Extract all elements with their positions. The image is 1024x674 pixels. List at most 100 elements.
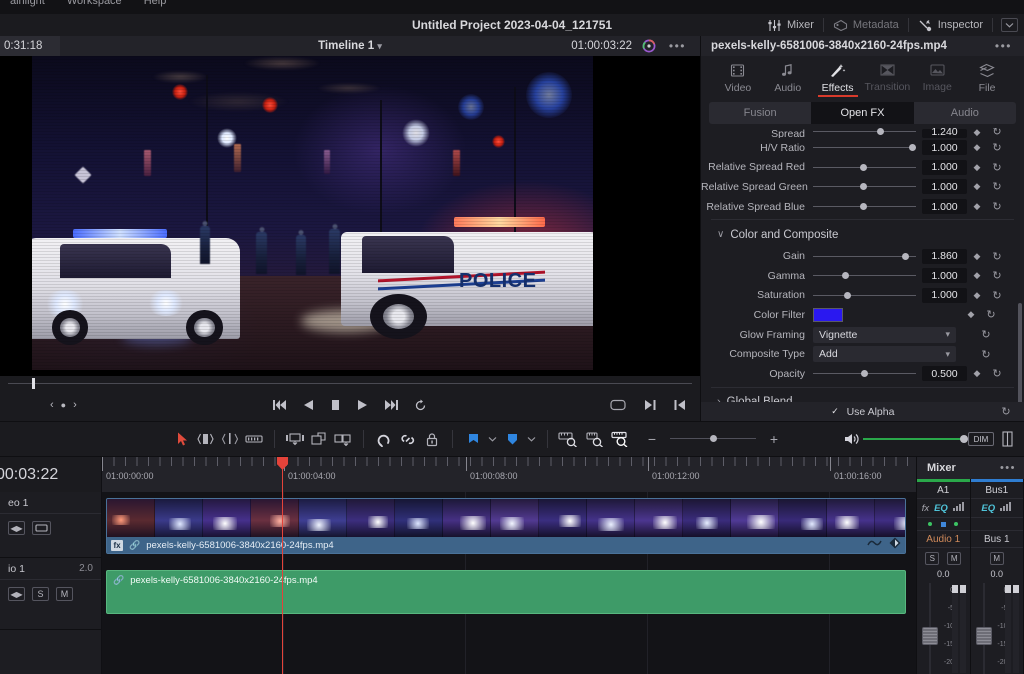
fader-knob[interactable] [922, 627, 938, 646]
next-edit-icon[interactable] [644, 399, 656, 411]
param-value-opacity[interactable]: 0.500 [922, 366, 967, 382]
tab-file[interactable]: File [962, 56, 1012, 100]
marker-dropdown-chevron-icon[interactable] [524, 427, 539, 451]
inspector-toggle-button[interactable]: Inspector [909, 14, 992, 36]
composite-type-dropdown[interactable]: Add ▾ [813, 346, 956, 363]
keyframe-button[interactable]: ◆ [967, 251, 987, 262]
tab-video[interactable]: Video [713, 56, 763, 100]
zoom-custom-icon[interactable] [608, 427, 634, 451]
keyframe-diamond-icon[interactable] [889, 537, 901, 552]
param-slider-gain[interactable] [813, 247, 916, 266]
param-value-relative-spread-blue[interactable]: 1.000 [922, 199, 967, 215]
mixer-options-button[interactable]: ••• [1000, 462, 1016, 474]
menu-item-fairlight[interactable]: ainlight [10, 0, 45, 7]
insert-clip-icon[interactable] [283, 427, 307, 451]
menu-item-help[interactable]: Help [144, 0, 167, 7]
solo-button[interactable]: S [925, 551, 940, 565]
viewer-scrubber[interactable] [0, 377, 700, 389]
param-value-relative-spread-red[interactable]: 1.000 [922, 159, 967, 175]
keyframe-button[interactable]: ◆ [967, 201, 987, 212]
reset-button[interactable]: ↻ [976, 328, 996, 341]
fader-knob[interactable] [975, 627, 992, 646]
trim-edit-icon[interactable] [194, 427, 218, 451]
audio-waveform-icon[interactable] [867, 538, 882, 551]
razor-blade-icon[interactable] [242, 427, 266, 451]
tab-audio[interactable]: Audio [763, 56, 813, 100]
keyframe-button[interactable]: ◆ [967, 128, 987, 138]
param-slider-gamma[interactable] [813, 266, 916, 285]
keyframe-button[interactable]: ◆ [967, 270, 987, 281]
eq-label[interactable]: EQ [981, 503, 995, 514]
volume-knob[interactable] [960, 435, 968, 443]
keyframe-button[interactable]: ◆ [967, 162, 987, 173]
video-enable-icon[interactable] [32, 521, 51, 535]
viewer-canvas[interactable]: POLICE [0, 56, 700, 376]
replace-clip-icon[interactable] [331, 427, 355, 451]
mute-button[interactable]: M [947, 551, 962, 565]
keyframe-button[interactable]: ◆ [967, 290, 987, 301]
keyframe-button[interactable]: ◆ [967, 142, 987, 153]
param-value-hv-ratio[interactable]: 1.000 [922, 140, 967, 156]
param-value-gain[interactable]: 1.860 [922, 248, 967, 264]
dynamic-trim-icon[interactable] [218, 427, 242, 451]
segment-fusion[interactable]: Fusion [709, 102, 811, 124]
eq-label[interactable]: EQ [934, 503, 948, 514]
reset-button[interactable]: ↻ [976, 348, 996, 361]
flag-dropdown-chevron-icon[interactable] [485, 427, 500, 451]
timeline-playhead[interactable] [277, 457, 288, 674]
play-icon[interactable] [357, 399, 368, 411]
auto-select-icon[interactable]: ◀▶ [8, 521, 25, 535]
dim-button[interactable]: DIM [968, 432, 994, 446]
param-value-saturation[interactable]: 1.000 [922, 287, 967, 303]
use-alpha-checkbox[interactable]: ✓ [831, 406, 840, 416]
strip-gain-value[interactable]: 0.0 [917, 569, 970, 579]
track-header-video-1[interactable]: eo 1 ◀▶ [0, 492, 101, 558]
auto-select-icon[interactable]: ◀▶ [8, 587, 25, 601]
param-slider-spread[interactable] [813, 128, 916, 138]
reset-button[interactable]: ↻ [987, 128, 1007, 138]
param-slider-relative-spread-green[interactable] [813, 177, 916, 196]
tab-effects[interactable]: Effects [813, 56, 863, 100]
panel-expand-button[interactable] [1001, 18, 1018, 32]
flag-icon[interactable] [461, 427, 485, 451]
reset-button[interactable]: ↻ [987, 289, 1007, 302]
zoom-out-button[interactable]: − [640, 427, 664, 451]
param-slider-relative-spread-blue[interactable] [813, 197, 916, 216]
reset-button[interactable]: ↻ [987, 200, 1007, 213]
segment-audio[interactable]: Audio [914, 102, 1016, 124]
menu-item-workspace[interactable]: Workspace [67, 0, 122, 7]
strip-gain-value[interactable]: 0.0 [971, 569, 1024, 579]
param-slider-opacity[interactable] [813, 364, 916, 383]
reset-button[interactable]: ↻ [987, 141, 1007, 154]
marker-icon[interactable] [500, 427, 524, 451]
timeline-tracks[interactable]: fx 🔗 pexels-kelly-6581006-3840x2160-24fp… [101, 457, 916, 674]
overwrite-clip-icon[interactable] [307, 427, 331, 451]
color-wheel-icon[interactable] [642, 39, 656, 53]
param-slider-saturation[interactable] [813, 286, 916, 305]
loop-icon[interactable] [414, 399, 427, 412]
eq-curve-icon[interactable] [1000, 502, 1012, 514]
mute-button[interactable]: M [989, 551, 1004, 565]
scrubber-playhead[interactable] [32, 378, 35, 389]
strip-fader[interactable] [922, 583, 938, 674]
param-slider-relative-spread-red[interactable] [813, 158, 916, 177]
color-filter-swatch[interactable] [813, 307, 843, 322]
strip-track-label[interactable]: Bus 1 [970, 531, 1023, 548]
timeline-audio-clip[interactable]: 🔗 pexels-kelly-6581006-3840x2160-24fps.m… [106, 570, 906, 614]
stop-icon[interactable] [330, 399, 341, 411]
reset-button[interactable]: ↻ [981, 308, 1001, 321]
keyframe-button[interactable]: ◆ [967, 181, 987, 192]
master-volume-slider[interactable] [863, 429, 968, 449]
tab-transition[interactable]: Transition [862, 56, 912, 100]
eq-curve-icon[interactable] [952, 502, 965, 514]
metadata-toggle-button[interactable]: Metadata [824, 14, 908, 36]
timeline-ruler[interactable]: 01:00:00:00 01:00:04:00 01:00:08:00 01:0… [101, 457, 916, 492]
param-value-spread[interactable]: 1.240 [922, 128, 967, 138]
safe-area-icon[interactable] [610, 399, 626, 411]
strip-fader[interactable] [975, 583, 992, 674]
reset-button[interactable]: ↻ [987, 250, 1007, 263]
param-value-relative-spread-green[interactable]: 1.000 [922, 179, 967, 195]
linked-selection-icon[interactable] [396, 427, 420, 451]
param-slider-hv-ratio[interactable] [813, 138, 916, 157]
reset-button[interactable]: ↻ [987, 367, 1007, 380]
